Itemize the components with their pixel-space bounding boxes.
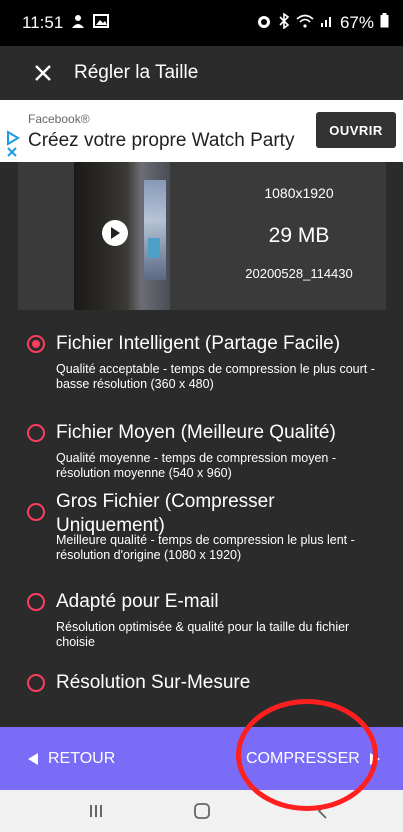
wifi-icon — [296, 13, 314, 33]
option-description: Meilleure qualité - temps de compression… — [56, 533, 355, 562]
battery-text: 67% — [339, 13, 374, 32]
status-left: 11:51 — [22, 13, 110, 33]
option-title: Adapté pour E-mail — [56, 591, 219, 612]
navigation-bar — [0, 790, 403, 832]
radio-custom-resolution[interactable] — [27, 674, 45, 692]
option-title: Fichier Moyen (Meilleure Qualité) — [56, 422, 336, 443]
ad-headline[interactable]: Créez votre propre Watch Party — [28, 130, 294, 152]
radio-medium-file[interactable] — [27, 424, 45, 442]
video-size: 29 MB — [268, 224, 330, 247]
app-bar: Régler la Taille — [0, 46, 403, 100]
home-icon — [194, 803, 210, 819]
battery-icon — [380, 13, 389, 33]
status-bar: 11:51 67% — [0, 0, 403, 46]
bluetooth-icon — [278, 11, 290, 34]
option-title: Gros Fichier (Compresser Uniquement) — [56, 491, 275, 536]
radio-smart-file[interactable] — [27, 335, 45, 353]
image-icon — [93, 13, 110, 33]
back-button[interactable]: RETOUR — [28, 727, 115, 790]
alarm-icon — [256, 13, 272, 34]
status-time: 11:51 — [22, 13, 64, 32]
back-nav-button[interactable] — [292, 790, 352, 832]
video-card[interactable]: 1080x1920 29 MB 20200528_114430 — [18, 162, 386, 310]
status-right: 67% — [256, 11, 389, 34]
home-button[interactable] — [172, 790, 232, 832]
option-title: Résolution Sur-Mesure — [56, 672, 251, 693]
video-name: 20200528_114430 — [245, 266, 353, 281]
user-icon — [71, 13, 85, 33]
triangle-left-icon — [28, 752, 38, 765]
play-button[interactable] — [102, 220, 128, 246]
video-resolution: 1080x1920 — [264, 185, 334, 201]
ad-banner[interactable]: Facebook® Créez votre propre Watch Party… — [0, 100, 403, 162]
option-description: Résolution optimisée & qualité pour la t… — [56, 620, 350, 649]
back-chevron-icon — [317, 803, 327, 819]
back-label: RETOUR — [48, 749, 116, 767]
ad-open-button[interactable]: OUVRIR — [316, 112, 396, 148]
option-title: Fichier Intelligent (Partage Facile) — [56, 333, 341, 354]
ad-choices-icon[interactable] — [4, 130, 24, 160]
signal-icon — [320, 13, 334, 33]
radio-email[interactable] — [27, 593, 45, 611]
compress-button[interactable]: COMPRESSER — [246, 727, 380, 790]
close-button[interactable] — [16, 46, 70, 100]
page-title: Régler la Taille — [74, 62, 199, 83]
option-description: Qualité moyenne - temps de compression m… — [56, 451, 336, 480]
ad-brand: Facebook® — [28, 112, 90, 126]
option-description: Qualité acceptable - temps de compressio… — [56, 362, 375, 391]
triangle-right-icon — [369, 752, 380, 765]
video-info: 1080x1920 29 MB 20200528_114430 — [214, 162, 384, 310]
close-icon — [35, 65, 51, 81]
compress-label: COMPRESSER — [246, 749, 360, 767]
radio-large-file[interactable] — [27, 503, 45, 521]
recent-apps-button[interactable] — [66, 790, 126, 832]
bottom-action-bar: RETOUR COMPRESSER — [0, 727, 403, 790]
play-icon — [111, 227, 120, 239]
recent-apps-icon — [90, 805, 102, 817]
